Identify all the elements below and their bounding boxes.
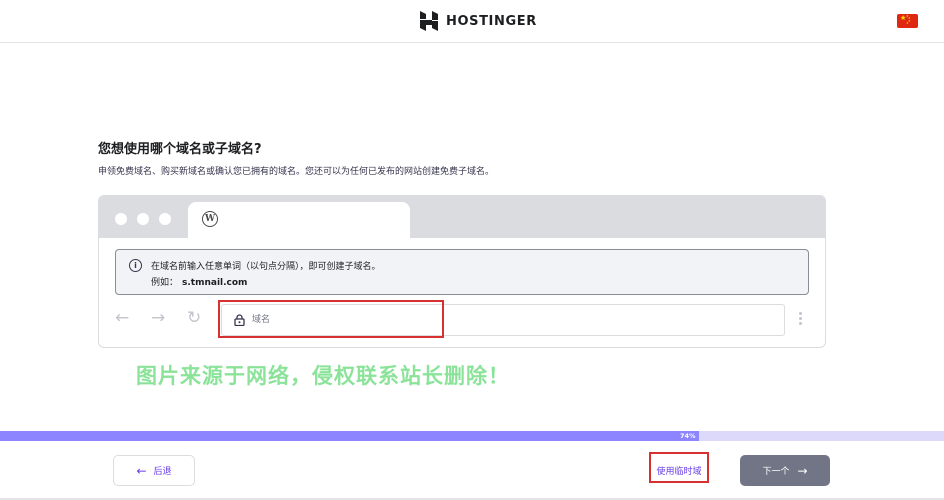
page-subtitle: 申领免费域名、购买新域名或确认您已拥有的域名。您还可以为任何已发布的网站创建免费… xyxy=(98,167,495,177)
example-label: 例如： xyxy=(151,278,179,288)
window-dot xyxy=(137,213,149,225)
arrow-right-icon: → xyxy=(797,463,808,478)
progress-fill: 74% xyxy=(0,431,699,441)
info-text: 在域名前输入任意单词（以句点分隔），即可创建子域名。 xyxy=(151,262,381,272)
arrow-left-icon: ← xyxy=(136,463,147,478)
next-button-label: 下一个 xyxy=(762,467,790,477)
page-title: 您想使用哪个域名或子域名? xyxy=(98,142,262,157)
use-temporary-domain-button[interactable]: 使用临时域 xyxy=(651,455,707,486)
progress-label: 74% xyxy=(679,432,696,440)
watermark-text: 图片来源于网络，侵权联系站长删除！ xyxy=(136,364,510,388)
example-value: s.tmnail.com xyxy=(182,278,248,288)
browser-tab-bar: W xyxy=(99,196,825,239)
brand-name: HOSTINGER xyxy=(446,13,537,29)
next-button[interactable]: 下一个 → xyxy=(740,455,830,486)
browser-mockup: W i 在域名前输入任意单词（以句点分隔），即可创建子域名。 例如： s.tmna… xyxy=(98,195,826,348)
subdomain-info-box: i 在域名前输入任意单词（以句点分隔），即可创建子域名。 例如： s.tmnail… xyxy=(115,249,809,295)
browser-tab: W xyxy=(188,202,410,239)
top-header: HOSTINGER ★ ★ ★ ★ ★ xyxy=(0,0,944,43)
hostinger-logo-icon xyxy=(420,11,438,31)
window-dot xyxy=(115,213,127,225)
domain-input-bar[interactable] xyxy=(221,304,785,336)
back-arrow-icon: ← xyxy=(115,308,130,328)
cn-flag-icon[interactable]: ★ ★ ★ ★ ★ xyxy=(897,14,918,28)
domain-input[interactable] xyxy=(252,312,552,328)
reload-icon: ↻ xyxy=(187,308,202,328)
wordpress-icon: W xyxy=(202,211,218,227)
info-icon: i xyxy=(129,259,142,272)
progress-bar: 74% xyxy=(0,431,944,441)
hostinger-logo[interactable]: HOSTINGER xyxy=(420,10,537,32)
example-text: 例如： s.tmnail.com xyxy=(151,275,247,288)
forward-arrow-icon: → xyxy=(151,308,166,328)
back-button-label: 后退 xyxy=(153,467,172,477)
lock-icon xyxy=(234,314,245,326)
window-dot xyxy=(159,213,171,225)
back-button[interactable]: ← 后退 xyxy=(113,455,195,486)
temporary-domain-label: 使用临时域 xyxy=(656,467,702,477)
more-options-icon xyxy=(799,312,803,327)
